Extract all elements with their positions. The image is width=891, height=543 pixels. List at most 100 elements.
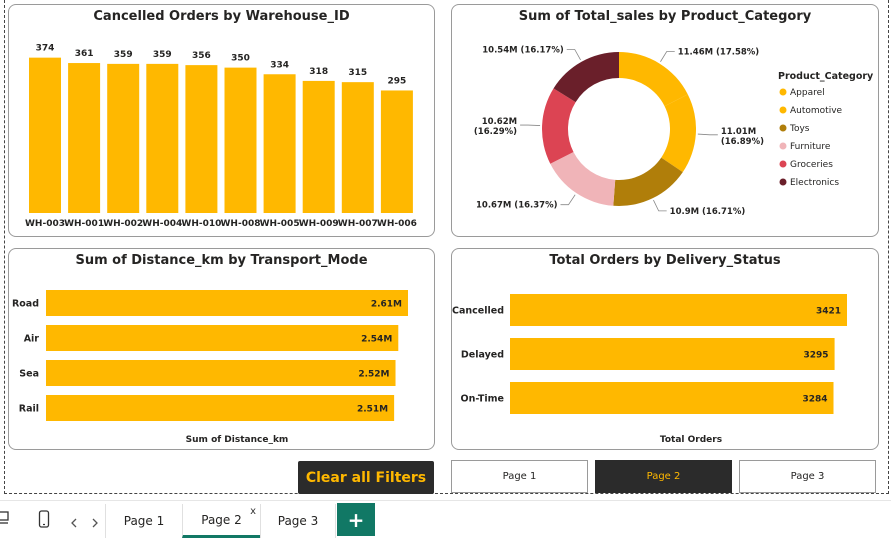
slice-automotive[interactable] xyxy=(661,94,696,173)
x-axis-title: Sum of Distance_km xyxy=(186,435,289,445)
data-label: 318 xyxy=(309,67,328,77)
bar-air[interactable] xyxy=(46,325,399,351)
page-tab-bar: Page 1 Page 2 x Page 3 xyxy=(0,500,891,543)
data-label: 3284 xyxy=(802,395,827,405)
data-label: 10.54M (16.17%) xyxy=(482,45,564,55)
bar-sea[interactable] xyxy=(46,360,396,386)
bar-WH-004[interactable] xyxy=(146,63,179,213)
bar-cancelled[interactable] xyxy=(510,294,847,326)
data-label: 10.9M (16.71%) xyxy=(670,207,746,217)
data-label: 315 xyxy=(348,68,367,78)
bar-WH-002[interactable] xyxy=(107,63,140,213)
y-tick-label: On-Time xyxy=(461,394,504,405)
x-tick-label: WH-003 xyxy=(25,219,65,229)
leader-line xyxy=(660,51,675,62)
tab-label: Page 2 xyxy=(201,512,242,527)
tab-label: Page 1 xyxy=(123,514,165,528)
bar-WH-006[interactable] xyxy=(380,90,413,213)
legend-marker xyxy=(779,142,787,150)
x-tick-label: WH-002 xyxy=(103,219,143,229)
data-label: 3295 xyxy=(804,351,829,361)
legend-marker xyxy=(779,88,787,96)
distance-chart: Road 2.61M Air 2.54M Sea 2.52M Rail 2.51M Sum of… xyxy=(12,290,408,445)
data-label: 3421 xyxy=(816,307,841,317)
cancelled-orders-chart: 374 WH-003 361 WH-001 359 WH-002 359 WH-004 356 W… xyxy=(25,44,417,229)
bar-WH-009[interactable] xyxy=(302,80,335,214)
legend-item[interactable]: Toys xyxy=(789,124,810,134)
x-tick-label: WH-001 xyxy=(64,219,104,229)
desktop-icon[interactable] xyxy=(0,510,11,530)
legend-item[interactable]: Electronics xyxy=(790,178,839,188)
bar-road[interactable] xyxy=(46,290,408,316)
bar-WH-007[interactable] xyxy=(341,82,374,214)
bar-WH-010[interactable] xyxy=(185,65,218,213)
close-icon[interactable]: x xyxy=(250,506,256,517)
data-label: 359 xyxy=(153,50,172,60)
page-2-button[interactable]: Page 2 xyxy=(595,460,732,493)
legend-item[interactable]: Furniture xyxy=(790,142,831,152)
delivery-status-chart: Cancelled 3421 Delayed 3295 On-Time 3284 Total… xyxy=(452,294,847,445)
page-3-button[interactable]: Page 3 xyxy=(739,460,876,493)
data-label: 2.52M xyxy=(358,370,389,380)
data-label: 2.61M xyxy=(371,300,402,310)
data-label: 10.67M (16.37%) xyxy=(476,201,558,211)
add-page-button[interactable]: + xyxy=(337,503,375,536)
y-tick-label: Delayed xyxy=(461,350,504,361)
x-tick-label: WH-004 xyxy=(142,219,182,229)
legend-marker xyxy=(779,124,787,132)
data-label: 361 xyxy=(75,49,94,59)
slice-groceries[interactable] xyxy=(542,88,576,164)
data-label: 2.51M xyxy=(357,405,388,415)
legend-title: Product_Category xyxy=(778,71,874,82)
data-label: 350 xyxy=(231,54,250,64)
data-label: 359 xyxy=(114,50,133,60)
x-tick-label: WH-005 xyxy=(260,219,300,229)
data-label: 356 xyxy=(192,51,211,61)
chart-card-delivery-status[interactable]: Total Orders by Delivery_Status Cancelle… xyxy=(451,248,879,450)
legend-item[interactable]: Apparel xyxy=(790,88,825,98)
data-label: 11.46M (17.58%) xyxy=(678,48,760,58)
tab-page-2[interactable]: Page 2 x xyxy=(182,504,260,538)
x-tick-label: WH-006 xyxy=(377,219,417,229)
data-label: 2.54M xyxy=(361,335,392,345)
chevron-right-icon[interactable] xyxy=(91,514,98,532)
x-axis-title: Total Orders xyxy=(660,435,722,445)
y-tick-label: Road xyxy=(12,299,39,310)
chevron-left-icon[interactable] xyxy=(71,514,78,532)
y-tick-label: Rail xyxy=(19,404,39,415)
bar-WH-008[interactable] xyxy=(224,67,257,213)
x-tick-label: WH-010 xyxy=(181,219,221,229)
bar-delayed[interactable] xyxy=(510,338,835,370)
bar-WH-005[interactable] xyxy=(263,74,296,213)
leader-line xyxy=(697,133,718,136)
bar-WH-003[interactable] xyxy=(29,57,61,214)
legend-marker xyxy=(779,106,787,114)
tab-label: Page 3 xyxy=(277,514,319,528)
chart-card-cancelled-orders[interactable]: Cancelled Orders by Warehouse_ID 374 WH-0… xyxy=(8,4,435,237)
legend-item[interactable]: Groceries xyxy=(790,160,833,170)
legend-marker xyxy=(779,160,787,168)
bar-WH-001[interactable] xyxy=(68,63,101,213)
tab-page-3[interactable]: Page 3 xyxy=(260,504,336,538)
leader-line xyxy=(653,199,667,212)
bar-on-time[interactable] xyxy=(510,382,834,414)
x-tick-label: WH-007 xyxy=(338,219,378,229)
slice-furniture[interactable] xyxy=(550,152,616,206)
legend-item[interactable]: Automotive xyxy=(790,106,843,116)
page-1-button[interactable]: Page 1 xyxy=(451,460,588,493)
data-label: 374 xyxy=(36,44,55,54)
total-sales-donut-chart: 11.46M (17.58%) 11.01M (16.89%) 10.9M (16.7… xyxy=(474,45,874,217)
data-label: 334 xyxy=(270,60,289,70)
y-tick-label: Air xyxy=(24,334,40,345)
clear-all-filters-button[interactable]: Clear all Filters xyxy=(298,461,434,494)
data-label: 10.62M (16.29%) xyxy=(474,117,517,137)
mobile-icon[interactable] xyxy=(38,510,50,532)
chart-card-distance[interactable]: Sum of Distance_km by Transport_Mode Roa… xyxy=(8,248,435,450)
slice-apparel[interactable] xyxy=(619,52,688,107)
bar-rail[interactable] xyxy=(46,395,395,421)
x-tick-label: WH-009 xyxy=(299,219,339,229)
x-tick-label: WH-008 xyxy=(221,219,261,229)
tab-page-1[interactable]: Page 1 xyxy=(105,504,182,538)
leader-line xyxy=(560,194,576,206)
chart-card-total-sales[interactable]: Sum of Total_sales by Product_Category 1… xyxy=(451,4,879,237)
